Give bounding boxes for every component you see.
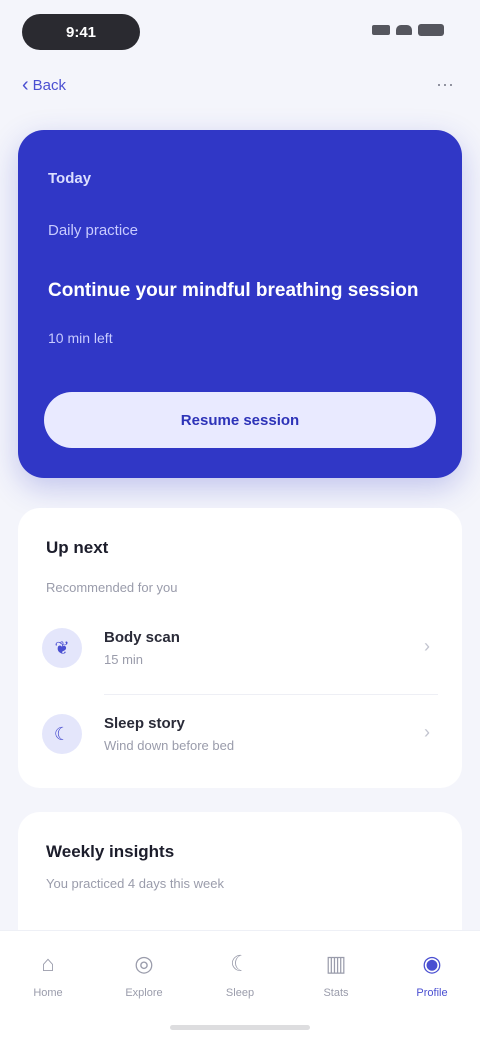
chart-icon: ▥ (325, 951, 347, 976)
tab-label: Sleep (225, 987, 255, 999)
moon-icon: ☾ (230, 951, 250, 976)
list-item-desc: 15 min (104, 652, 144, 667)
list-item-title: Sleep story (104, 715, 185, 732)
compass-icon: ◎ (134, 951, 154, 976)
hero-card: Today Daily practice Continue your mindf… (18, 130, 462, 478)
tab-label: Profile (416, 987, 448, 999)
status-bar: 9:41 (0, 0, 480, 60)
battery-icon (418, 24, 444, 36)
hero-meta: 10 min left (48, 330, 113, 346)
chevron-left-icon: ‹ (22, 74, 29, 96)
resume-button[interactable]: Resume session (44, 392, 436, 448)
status-time: 9:41 (22, 14, 140, 50)
tab-bar: ⌂ Home ◎ Explore ☾ Sleep ▥ Stats ◉ Profi… (0, 930, 480, 1040)
tab-label: Stats (323, 987, 349, 999)
insights-title: Weekly insights (46, 842, 175, 861)
tab-explore[interactable]: ◎ Explore (104, 949, 184, 999)
more-icon[interactable]: ⋯ (432, 72, 458, 98)
tab-sleep[interactable]: ☾ Sleep (200, 949, 280, 999)
divider (104, 694, 438, 695)
tab-label: Explore (125, 987, 163, 999)
moon-icon: ☾ (42, 714, 82, 754)
home-icon: ⌂ (41, 951, 55, 976)
tab-stats[interactable]: ▥ Stats (296, 949, 376, 999)
hero-subtitle: Daily practice (48, 222, 139, 239)
sessions-section: Up next Recommended for you ❦ Body scan … (18, 508, 462, 788)
section-subtitle: Recommended for you (46, 580, 178, 595)
back-button[interactable]: ‹ Back (22, 70, 66, 100)
chevron-right-icon: › (424, 722, 430, 742)
home-indicator (170, 1025, 310, 1030)
chevron-right-icon: › (424, 636, 430, 656)
back-label: Back (32, 76, 67, 94)
hero-eyebrow: Today (48, 170, 92, 187)
insights-subtitle: You practiced 4 days this week (46, 876, 225, 891)
user-icon: ◉ (422, 951, 442, 976)
list-item-title: Body scan (104, 629, 180, 646)
tab-home[interactable]: ⌂ Home (8, 949, 88, 999)
leaf-icon: ❦ (42, 628, 82, 668)
list-item[interactable]: ☾ Sleep story Wind down before bed › (42, 698, 438, 770)
top-nav: ‹ Back ⋯ (0, 70, 480, 104)
list-item-desc: Wind down before bed (104, 738, 235, 753)
signal-icon (372, 25, 390, 35)
list-item[interactable]: ❦ Body scan 15 min › (42, 612, 438, 684)
wifi-icon (396, 25, 412, 35)
hero-title: Continue your mindful breathing session (48, 280, 419, 301)
tab-profile[interactable]: ◉ Profile (392, 949, 472, 999)
status-icons (372, 24, 444, 36)
section-title: Up next (46, 538, 109, 557)
insights-card[interactable]: Weekly insights You practiced 4 days thi… (18, 812, 462, 942)
tab-label: Home (33, 987, 63, 999)
